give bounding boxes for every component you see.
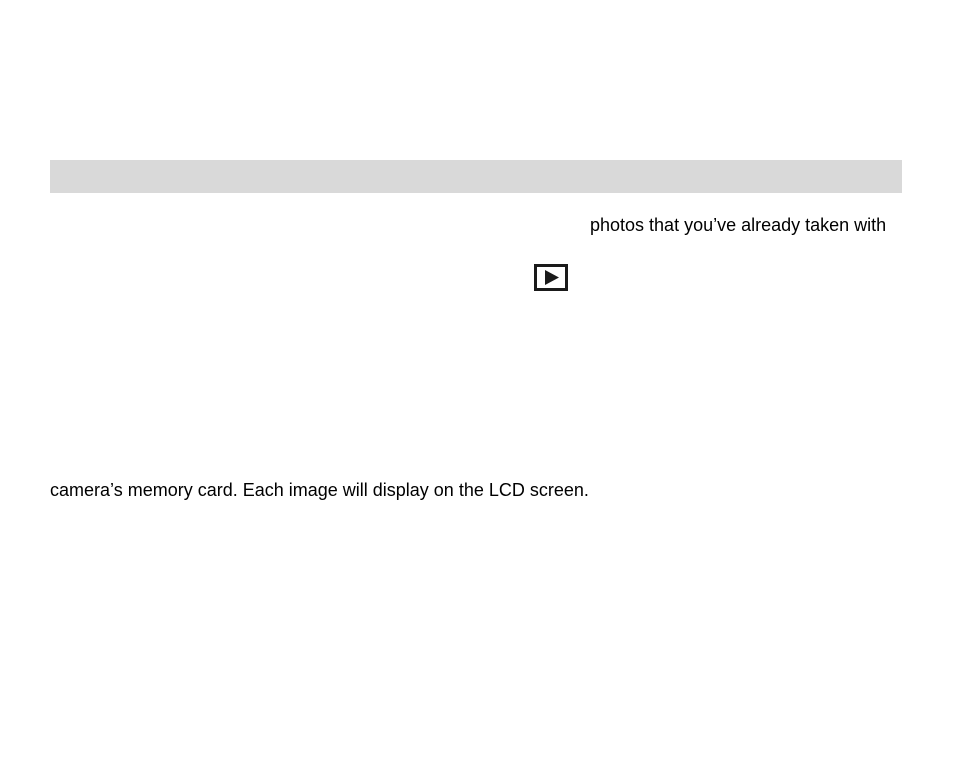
body-text-fragment-1: photos that you’ve already taken with [590,215,886,236]
play-icon [534,264,568,296]
gray-bar [50,160,902,193]
body-text-fragment-2: camera’s memory card. Each image will di… [50,480,589,501]
